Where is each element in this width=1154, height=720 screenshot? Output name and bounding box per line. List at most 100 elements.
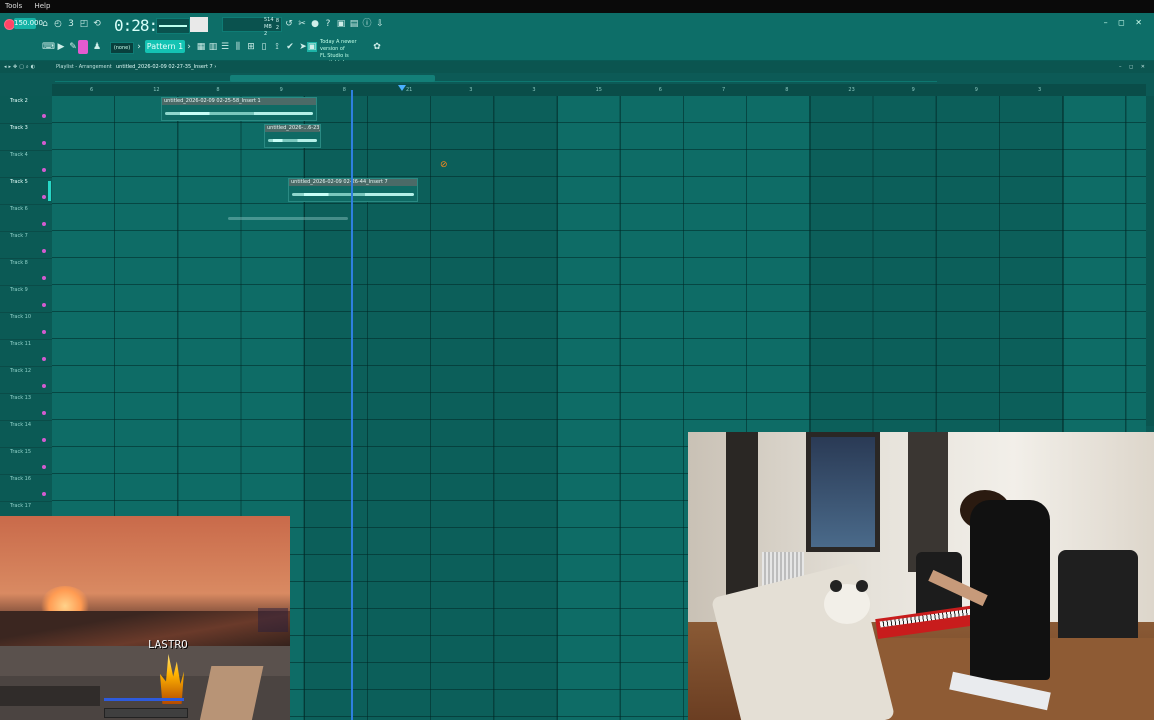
track-mute-icon[interactable] (42, 411, 46, 415)
chevron-right-icon[interactable]: › (184, 42, 194, 52)
play-icon[interactable]: ▶ (56, 42, 66, 52)
track-label: Track 12 (10, 368, 32, 374)
mini-panel (190, 17, 208, 32)
mixer-icon[interactable]: ⫼ (233, 42, 243, 52)
mem-label: 514 MB (264, 17, 274, 30)
track-label: Track 11 (10, 341, 32, 347)
game-hotbar (104, 708, 188, 718)
track-mute-icon[interactable] (42, 114, 46, 118)
audio-clip[interactable]: untitled_2026-02-09 02-26-44_Insert 7 (288, 178, 418, 202)
pattern-selector[interactable]: Pattern 1 (145, 40, 185, 53)
download-icon[interactable]: ⇩ (375, 19, 385, 29)
menu-tools[interactable]: Tools (0, 0, 27, 13)
vertical-scrollbar[interactable] (1146, 96, 1154, 426)
track-mute-icon[interactable] (42, 195, 46, 199)
loop-icon[interactable]: ⟲ (92, 19, 102, 29)
help-icon[interactable]: ? (323, 19, 333, 29)
ruler-tick: 15 (595, 87, 602, 93)
track-mute-icon[interactable] (42, 249, 46, 253)
playlist-file[interactable]: untitled_2026-02-09 02-27-35_Insert 7 › (116, 61, 216, 73)
undo-icon[interactable]: ↺ (284, 19, 294, 29)
track-header[interactable]: Track 3 (0, 123, 52, 151)
ruler-tick: 21 (406, 87, 413, 93)
window-buttons-icon[interactable]: – ◻ ✕ (1104, 18, 1146, 27)
track-header[interactable]: Track 9 (0, 285, 52, 313)
ruler-tick: 8 (216, 87, 220, 93)
brush-icon[interactable]: ✎ (68, 42, 78, 52)
track-header[interactable]: Track 15 (0, 447, 52, 475)
track-header[interactable]: Track 14 (0, 420, 52, 448)
audio-clip[interactable]: untitled_2026-...6-23_Insert 1 (264, 124, 321, 148)
ruler-tick: 3 (469, 87, 473, 93)
channel-rack-icon[interactable]: ☰ (220, 42, 230, 52)
mic-icon[interactable]: ● (310, 19, 320, 29)
timeline-ruler[interactable]: 6 12 8 9 8 21 3 3 15 6 7 8 23 9 9 3 (52, 84, 1146, 96)
news-icon[interactable]: ▣ (307, 42, 317, 52)
track-header[interactable]: Track 5 (0, 177, 52, 205)
horizontal-scroll-track[interactable] (55, 75, 937, 82)
audio-clip[interactable]: untitled_2026-02-09 02-25-58_Insert 1 (161, 97, 317, 121)
metronome-icon[interactable]: ⌂ (40, 19, 50, 29)
tempo-display[interactable]: 150.000 (14, 18, 43, 29)
room-window (806, 432, 880, 552)
info-icon[interactable]: ⓘ (362, 19, 372, 29)
blend-icon[interactable]: ◰ (79, 19, 89, 29)
wait-icon[interactable]: ◴ (53, 19, 63, 29)
track-header[interactable]: Track 7 (0, 231, 52, 259)
playhead-marker-icon[interactable] (398, 85, 406, 91)
ruler-tick: 9 (911, 87, 915, 93)
playlist-tools-icon[interactable]: ◂▸✥▢⌕◐ (4, 61, 37, 73)
fl-logo-icon[interactable]: ✿ (372, 42, 382, 52)
track-header[interactable]: Track 13 (0, 393, 52, 421)
track-mute-icon[interactable] (42, 438, 46, 442)
track-mute-icon[interactable] (42, 492, 46, 496)
chevron-icon[interactable]: › (134, 42, 144, 52)
browser-icon[interactable]: ⊞ (246, 42, 256, 52)
cut-icon[interactable]: ✂ (297, 19, 307, 29)
game-side-hud (258, 608, 288, 632)
draw-tool[interactable] (78, 40, 88, 54)
user-icon[interactable]: ♟ (92, 42, 102, 52)
track-mute-icon[interactable] (42, 276, 46, 280)
track-mute-icon[interactable] (42, 384, 46, 388)
track-header[interactable]: Track 4 (0, 150, 52, 178)
wrench-icon[interactable]: ✔ (285, 42, 295, 52)
track-header[interactable]: Track 11 (0, 339, 52, 367)
render-icon[interactable]: ▤ (349, 19, 359, 29)
ruler-tick: 6 (90, 87, 94, 93)
snap-selector[interactable]: (none) (110, 42, 134, 54)
track-mute-icon[interactable] (42, 303, 46, 307)
track-mute-icon[interactable] (42, 465, 46, 469)
track-header[interactable]: Track 2 (0, 96, 52, 124)
track-header[interactable]: Track 10 (0, 312, 52, 340)
track-header[interactable]: Track 6 (0, 204, 52, 232)
ruler-tick: 8 (342, 87, 346, 93)
track-label: Track 15 (10, 449, 32, 455)
track-mute-icon[interactable] (42, 168, 46, 172)
track-label: Track 5 (10, 179, 28, 185)
playhead[interactable] (351, 90, 353, 720)
piano-roll-icon[interactable]: ▥ (208, 42, 218, 52)
playlist-icon[interactable]: ▦ (196, 42, 206, 52)
player-nametag: LASTRO (148, 638, 188, 651)
pin-icon[interactable]: ⟟ (272, 42, 282, 52)
track-header[interactable]: Track 16 (0, 474, 52, 502)
playlist-breadcrumb[interactable]: Playlist - Arrangement (56, 61, 112, 73)
playlist-window-buttons[interactable]: – ◻ ✕ (1119, 61, 1148, 73)
track-mute-icon[interactable] (42, 222, 46, 226)
countdown-icon[interactable]: 3 (66, 19, 76, 29)
keyboard-icon[interactable]: ⌨ (42, 42, 55, 52)
track-mute-icon[interactable] (42, 357, 46, 361)
horizontal-scrollbar[interactable] (230, 75, 435, 82)
track-header[interactable]: Track 12 (0, 366, 52, 394)
ruler-tick: 8 (785, 87, 789, 93)
save-icon[interactable]: ▣ (336, 19, 346, 29)
track-mute-icon[interactable] (42, 141, 46, 145)
track-label: Track 14 (10, 422, 32, 428)
menu-help[interactable]: Help (29, 0, 55, 13)
plugin-icon[interactable]: ▯ (259, 42, 269, 52)
ghost-clip (228, 217, 348, 220)
track-mute-icon[interactable] (42, 330, 46, 334)
track-header[interactable]: Track 8 (0, 258, 52, 286)
clip-waveform (268, 139, 317, 142)
